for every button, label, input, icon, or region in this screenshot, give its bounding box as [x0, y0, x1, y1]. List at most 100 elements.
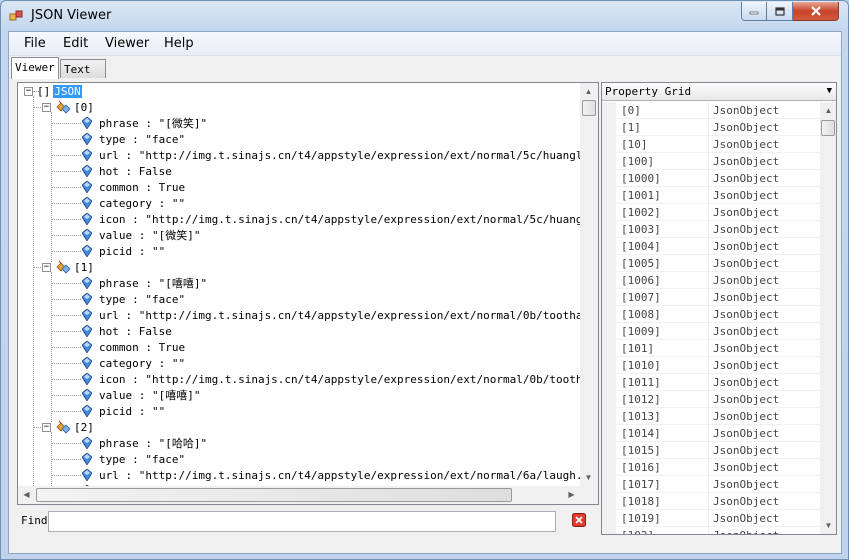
collapse-icon[interactable]: −	[24, 86, 33, 96]
tree-property-node[interactable]: type : "face"	[82, 291, 186, 307]
menu-file[interactable]: File	[24, 36, 46, 51]
tree-line	[51, 171, 81, 172]
property-key: [1010]	[621, 359, 661, 372]
scroll-thumb[interactable]	[821, 120, 835, 136]
tree-property-node[interactable]: phrase : "[哈哈]"	[82, 435, 208, 451]
tree-line	[51, 283, 81, 284]
property-grid-row[interactable]: [1000] JsonObject	[616, 170, 820, 187]
menu-viewer[interactable]: Viewer	[105, 36, 149, 51]
property-grid-row[interactable]: [1004] JsonObject	[616, 238, 820, 255]
property-grid-row[interactable]: [1007] JsonObject	[616, 289, 820, 306]
tree-property-node[interactable]: phrase : "[微笑]"	[82, 115, 208, 131]
property-value: JsonObject	[713, 274, 780, 287]
scroll-right-icon[interactable]: ▶	[563, 486, 580, 503]
clear-find-icon[interactable]	[572, 513, 586, 527]
property-grid-row[interactable]: [1013] JsonObject	[616, 408, 820, 425]
property-separator	[708, 238, 709, 255]
minimize-button[interactable]	[741, 2, 767, 21]
property-grid-row[interactable]: [1003] JsonObject	[616, 221, 820, 238]
tab-text[interactable]: Text	[60, 59, 106, 78]
close-window-button[interactable]	[793, 2, 839, 21]
property-grid-row[interactable]: [1012] JsonObject	[616, 391, 820, 408]
tree-property-node[interactable]: value : "[微笑]"	[82, 227, 201, 243]
tree-node-label: hot : False	[99, 324, 172, 338]
tree-line	[51, 219, 81, 220]
property-grid-row[interactable]: [1001] JsonObject	[616, 187, 820, 204]
property-grid-row[interactable]: [1010] JsonObject	[616, 357, 820, 374]
property-grid-row[interactable]: [1019] JsonObject	[616, 510, 820, 527]
tree-node-label: [0]	[74, 100, 94, 114]
scroll-up-icon[interactable]: ▲	[580, 83, 597, 100]
collapse-icon[interactable]: −	[42, 422, 51, 432]
tree-property-node[interactable]: hot : False	[82, 323, 173, 339]
collapse-icon[interactable]: −	[42, 262, 51, 272]
property-grid[interactable]: Property Grid ▼ [0] JsonObject [1] JsonObje…	[601, 82, 837, 535]
property-grid-row[interactable]: [1] JsonObject	[616, 119, 820, 136]
tree-line	[51, 299, 81, 300]
property-grid-row[interactable]: [1015] JsonObject	[616, 442, 820, 459]
tree-property-node[interactable]: url : "http://img.t.sinajs.cn/t4/appstyl…	[82, 147, 580, 163]
property-icon	[82, 373, 92, 385]
json-tree-view[interactable]: − [] JSON − [0] phrase : "[微笑]" type : "fac…	[17, 82, 599, 505]
property-grid-header[interactable]: Property Grid ▼	[602, 83, 836, 101]
property-grid-row[interactable]: [10] JsonObject	[616, 136, 820, 153]
property-grid-row[interactable]: [102] JsonObject	[616, 527, 820, 534]
tree-property-node[interactable]: value : "[嘻嘻]"	[82, 387, 201, 403]
tree-line	[51, 315, 81, 316]
scroll-down-icon[interactable]: ▼	[580, 469, 597, 486]
property-grid-row[interactable]: [1006] JsonObject	[616, 272, 820, 289]
property-grid-row[interactable]: [1008] JsonObject	[616, 306, 820, 323]
tree-vertical-scrollbar[interactable]: ▲ ▼	[580, 83, 598, 486]
scroll-up-icon[interactable]: ▲	[820, 102, 836, 119]
tree-property-node[interactable]: type : "face"	[82, 131, 186, 147]
scroll-down-icon[interactable]: ▼	[820, 517, 836, 534]
tab-viewer[interactable]: Viewer	[11, 57, 59, 79]
tree-horizontal-scrollbar[interactable]: ◀ ▶	[18, 486, 580, 504]
property-grid-row[interactable]: [0] JsonObject	[616, 102, 820, 119]
title-bar[interactable]: JSON Viewer	[1, 1, 848, 31]
tree-property-node[interactable]: common : True	[82, 179, 186, 195]
scroll-left-icon[interactable]: ◀	[18, 486, 35, 503]
tree-object-node[interactable]: − [0]	[42, 99, 95, 115]
property-grid-row[interactable]: [1002] JsonObject	[616, 204, 820, 221]
collapse-icon[interactable]: −	[42, 102, 51, 112]
tree-object-node[interactable]: − [1]	[42, 259, 95, 275]
property-grid-scrollbar[interactable]: ▲ ▼	[820, 102, 836, 534]
tree-property-node[interactable]: picid : ""	[82, 403, 166, 419]
property-separator	[708, 493, 709, 510]
property-grid-row[interactable]: [1009] JsonObject	[616, 323, 820, 340]
property-key: [1018]	[621, 495, 661, 508]
tree-property-node[interactable]: hot : False	[82, 163, 173, 179]
tree-property-node[interactable]: phrase : "[嘻嘻]"	[82, 275, 208, 291]
tree-node-label: picid : ""	[99, 244, 166, 258]
property-grid-row[interactable]: [1011] JsonObject	[616, 374, 820, 391]
property-icon	[82, 309, 92, 321]
tree-property-node[interactable]: common : True	[82, 339, 186, 355]
tree-property-node[interactable]: url : "http://img.t.sinajs.cn/t4/appstyl…	[82, 307, 580, 323]
tree-property-node[interactable]: type : "face"	[82, 451, 186, 467]
tree-property-node[interactable]: picid : ""	[82, 243, 166, 259]
property-grid-row[interactable]: [1016] JsonObject	[616, 459, 820, 476]
property-key: [1005]	[621, 257, 661, 270]
menu-help[interactable]: Help	[164, 36, 194, 51]
property-grid-row[interactable]: [1017] JsonObject	[616, 476, 820, 493]
tree-property-node[interactable]: url : "http://img.t.sinajs.cn/t4/appstyl…	[82, 467, 580, 483]
tree-property-node[interactable]: icon : "http://img.t.sinajs.cn/t4/appsty…	[82, 371, 580, 387]
dropdown-arrow-icon[interactable]: ▼	[827, 86, 832, 96]
tree-root[interactable]: − [] JSON	[24, 83, 82, 99]
property-grid-row[interactable]: [1018] JsonObject	[616, 493, 820, 510]
scroll-thumb[interactable]	[582, 100, 596, 116]
tree-property-node[interactable]: category : ""	[82, 355, 186, 371]
property-separator	[708, 340, 709, 357]
find-input[interactable]	[48, 511, 556, 532]
property-grid-row[interactable]: [101] JsonObject	[616, 340, 820, 357]
maximize-button[interactable]	[767, 2, 793, 21]
tree-property-node[interactable]: icon : "http://img.t.sinajs.cn/t4/appsty…	[82, 211, 580, 227]
tree-property-node[interactable]: category : ""	[82, 195, 186, 211]
tree-object-node[interactable]: − [2]	[42, 419, 95, 435]
scroll-thumb-horizontal[interactable]	[36, 488, 512, 502]
menu-edit[interactable]: Edit	[63, 36, 88, 51]
property-grid-row[interactable]: [100] JsonObject	[616, 153, 820, 170]
property-grid-row[interactable]: [1005] JsonObject	[616, 255, 820, 272]
property-grid-row[interactable]: [1014] JsonObject	[616, 425, 820, 442]
